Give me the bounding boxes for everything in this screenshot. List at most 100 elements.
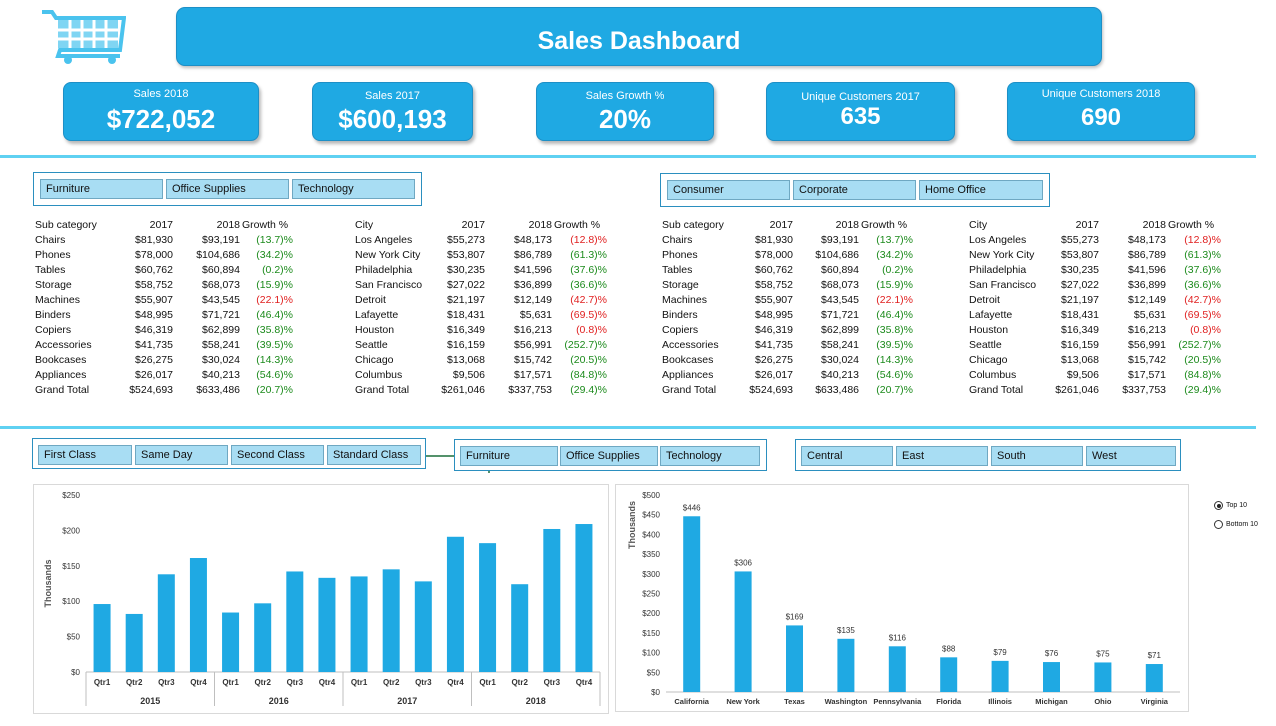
table-cell-2018: $337,753 [508, 384, 552, 396]
slicer-item-west[interactable]: West [1086, 446, 1176, 466]
slicer-item-first-class[interactable]: First Class [38, 445, 132, 465]
table-cell-2018: $5,631 [519, 309, 552, 321]
y-tick-label: $100 [642, 649, 660, 658]
table-cell-name: Chairs [662, 234, 693, 246]
table-cell-2018: $15,742 [514, 354, 552, 366]
quarter-bar [446, 536, 464, 672]
table-cell-growth: (34.2)% [256, 249, 293, 261]
data-label: $79 [993, 648, 1007, 657]
slicer-item-technology[interactable]: Technology [292, 179, 415, 199]
y-axis-title: Thousands [43, 559, 53, 607]
kpi-sales-2018: Sales 2018 $722,052 [63, 82, 259, 141]
x-tick-label: Qtr3 [544, 678, 561, 687]
x-tick-label: Qtr4 [447, 678, 464, 687]
table-header: 2018 [1142, 219, 1166, 231]
table-cell-2017: $16,159 [1061, 339, 1099, 351]
table-cell-2018: $12,149 [1128, 294, 1166, 306]
radio-unselected-icon [1214, 520, 1223, 529]
table-cell-2017: $58,752 [135, 279, 173, 291]
slicer-item-same-day[interactable]: Same Day [135, 445, 228, 465]
table-cell-2017: $16,349 [447, 324, 485, 336]
table-cell-growth: (22.1)% [876, 294, 913, 306]
table-cell-name: Seattle [969, 339, 1002, 351]
table-cell-growth: (13.7)% [876, 234, 913, 246]
x-tick-label: Qtr2 [383, 678, 400, 687]
table-cell-growth: (61.3)% [570, 249, 607, 261]
x-tick-label: Qtr1 [94, 678, 111, 687]
table-header: 2017 [1075, 219, 1099, 231]
slicer-item-home-office[interactable]: Home Office [919, 180, 1043, 200]
data-label: $75 [1096, 649, 1110, 658]
table-cell-2017: $53,807 [1061, 249, 1099, 261]
slicer-item-furniture[interactable]: Furniture [40, 179, 163, 199]
x-group-label: 2016 [269, 696, 289, 706]
bottom-10-label: Bottom 10 [1226, 521, 1258, 528]
slicer-item-office-supplies[interactable]: Office Supplies [166, 179, 289, 199]
table-cell-2018: $71,721 [821, 309, 859, 321]
table-cell-growth: (15.9)% [876, 279, 913, 291]
slicer-item-consumer[interactable]: Consumer [667, 180, 790, 200]
table-cell-2017: $21,197 [447, 294, 485, 306]
slicer-item-technology[interactable]: Technology [660, 446, 760, 466]
table-cell-growth: (20.5)% [1184, 354, 1221, 366]
table-cell-name: Machines [35, 294, 80, 306]
y-tick-label: $0 [71, 668, 80, 677]
table-cell-name: Machines [662, 294, 707, 306]
table-header: Growth % [861, 219, 908, 231]
slicer-item-central[interactable]: Central [801, 446, 893, 466]
table-cell-name: Copiers [662, 324, 699, 336]
divider-top [0, 155, 1256, 158]
bottom-10-option[interactable]: Bottom 10 [1214, 520, 1258, 529]
y-tick-label: $150 [642, 629, 660, 638]
x-tick-label: Qtr3 [158, 678, 175, 687]
table-cell-growth: (39.5)% [256, 339, 293, 351]
data-label: $88 [942, 644, 956, 653]
data-label: $169 [786, 612, 804, 621]
table-cell-name: New York City [355, 249, 421, 261]
slicer-item-standard-class[interactable]: Standard Class [327, 445, 421, 465]
y-tick-label: $450 [642, 511, 660, 520]
city-table-right: City 2017 2018 Growth % Los Angeles $55,273 $4… [969, 218, 1229, 398]
slicer-item-office-supplies[interactable]: Office Supplies [560, 446, 658, 466]
y-tick-label: $250 [642, 590, 660, 599]
quarter-bar [93, 604, 111, 672]
slicer-item-east[interactable]: East [896, 446, 988, 466]
table-cell-2017: $524,693 [749, 384, 793, 396]
table-cell-2018: $68,073 [821, 279, 859, 291]
table-cell-2018: $12,149 [514, 294, 552, 306]
state-bar [1094, 662, 1112, 692]
table-cell-growth: (36.6)% [1184, 279, 1221, 291]
table-cell-growth: (0.2)% [262, 264, 293, 276]
table-cell-name: Binders [662, 309, 698, 321]
table-cell-name: San Francisco [969, 279, 1037, 291]
state-bar [683, 516, 701, 692]
dashboard-title: Sales Dashboard [176, 7, 1102, 66]
state-bar [734, 571, 752, 692]
divider-middle [0, 426, 1256, 429]
x-tick-label: Qtr3 [287, 678, 304, 687]
table-cell-2017: $9,506 [452, 369, 485, 381]
quarter-bar [125, 613, 143, 672]
top-10-option[interactable]: Top 10 [1214, 501, 1247, 510]
slicer-item-second-class[interactable]: Second Class [231, 445, 324, 465]
table-cell-name: Columbus [969, 369, 1017, 381]
table-cell-name: Houston [969, 324, 1009, 336]
table-cell-2017: $46,319 [135, 324, 173, 336]
slicer-item-furniture[interactable]: Furniture [460, 446, 558, 466]
quarterly-sales-chart: Thousands $0 $50 $100 $150 $200 $250 Qtr1 Qtr2 Qt… [33, 484, 609, 714]
table-cell-name: Seattle [355, 339, 388, 351]
table-cell-name: Philadelphia [969, 264, 1027, 276]
kpi-unique-customers-2017: Unique Customers 2017 635 [766, 82, 955, 141]
table-cell-2017: $48,995 [755, 309, 793, 321]
y-tick-label: $250 [62, 491, 80, 500]
table-cell-growth: (35.8)% [876, 324, 913, 336]
y-axis-title: Thousands [627, 501, 637, 549]
slicer-item-corporate[interactable]: Corporate [793, 180, 916, 200]
table-cell-2017: $81,930 [135, 234, 173, 246]
x-group-label: 2017 [397, 696, 417, 706]
x-tick-label: Michigan [1035, 697, 1068, 706]
slicer-item-south[interactable]: South [991, 446, 1083, 466]
x-tick-label: Qtr4 [576, 678, 593, 687]
table-cell-2017: $53,807 [447, 249, 485, 261]
table-cell-2018: $62,899 [202, 324, 240, 336]
